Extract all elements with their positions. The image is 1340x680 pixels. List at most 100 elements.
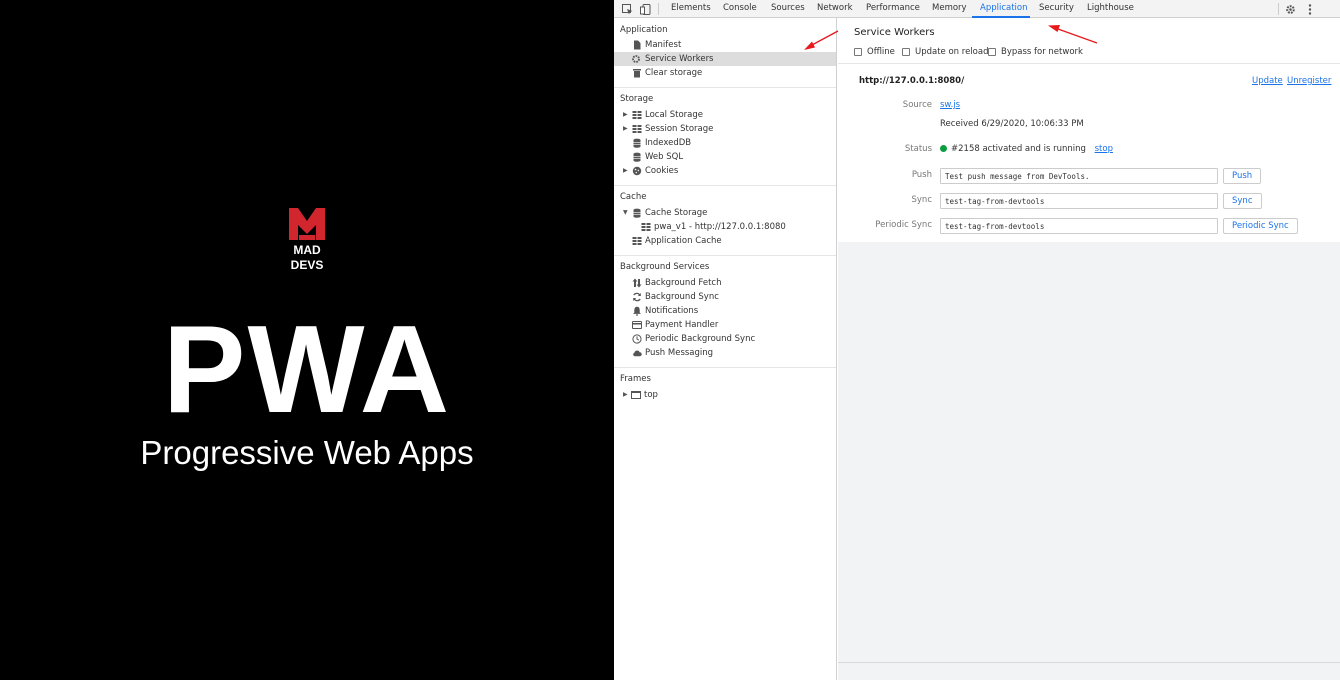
toolbar-separator [658,3,659,15]
section-title-background-services: Background Services [620,262,710,272]
sidebar-item-background-fetch[interactable]: Background Fetch [614,276,836,290]
checkbox-box[interactable] [988,48,996,56]
sidebar-item-indexeddb[interactable]: IndexedDB [614,136,836,150]
clock-icon [632,334,642,344]
received-text: Received 6/29/2020, 10:06:33 PM [940,119,1084,129]
bottom-status-bar [838,662,1340,680]
sidebar-item-label: Payment Handler [645,320,719,330]
sync-tag-input[interactable] [940,193,1218,209]
expand-arrow-icon[interactable]: ▶ [623,167,629,175]
logo-text-devs: DEVS [291,258,324,271]
section-divider [614,87,836,88]
credit-card-icon [632,321,642,329]
cloud-icon [633,350,642,357]
sidebar-item-cache-storage[interactable]: ▼ Cache Storage [614,206,836,220]
device-toggle-icon[interactable] [638,2,652,16]
frame-icon [631,391,641,399]
sidebar-item-manifest[interactable]: Manifest [614,38,836,52]
checkbox-label: Offline [867,47,895,57]
push-message-input[interactable] [940,168,1218,184]
grid-icon [641,223,651,231]
worker-origin: http://127.0.0.1:8080/ [859,76,965,86]
sidebar-item-label: Web SQL [645,152,684,162]
update-on-reload-checkbox[interactable]: Update on reload [902,46,988,58]
sidebar-item-push-messaging[interactable]: Push Messaging [614,346,836,360]
tab-performance[interactable]: Performance [866,0,920,18]
checkbox-box[interactable] [902,48,910,56]
sidebar-item-web-sql[interactable]: Web SQL [614,150,836,164]
tab-lighthouse[interactable]: Lighthouse [1087,0,1134,18]
sidebar-item-clear-storage[interactable]: Clear storage [614,66,836,80]
periodic-sync-button[interactable]: Periodic Sync [1223,218,1298,234]
sidebar-item-application-cache[interactable]: Application Cache [614,234,836,248]
hero-title: PWA [162,301,452,439]
hero-panel: MAD DEVS PWA Progressive Web Apps [0,0,614,680]
tab-memory[interactable]: Memory [932,0,967,18]
sidebar-item-label: top [644,390,658,400]
unregister-link[interactable]: Unregister [1287,76,1331,86]
devtools-window: Elements Console Sources Network Perform… [614,0,1340,680]
source-label: Source [902,100,932,110]
devtools-toolbar: Elements Console Sources Network Perform… [614,0,1340,18]
toolbar-separator [1278,3,1279,15]
sidebar-item-label: Periodic Background Sync [645,334,756,344]
cookie-icon [632,166,642,176]
offline-checkbox[interactable]: Offline [854,46,895,58]
status-row: #2158 activated and is running stop [940,144,1113,154]
stop-link[interactable]: stop [1095,144,1113,154]
sync-button[interactable]: Sync [1223,193,1262,209]
sidebar-item-cookies[interactable]: ▶ Cookies [614,164,836,178]
sidebar-item-label: Session Storage [645,124,714,134]
sidebar-item-session-storage[interactable]: ▶ Session Storage [614,122,836,136]
push-button[interactable]: Push [1223,168,1262,184]
tab-elements[interactable]: Elements [671,0,711,18]
collapse-arrow-icon[interactable]: ▼ [623,209,629,217]
periodic-sync-label: Periodic Sync [875,220,932,230]
sidebar-item-label: Application Cache [645,236,722,246]
expand-arrow-icon[interactable]: ▶ [623,125,629,133]
service-workers-pane: Service Workers Offline Update on reload… [838,18,1340,680]
bell-icon [633,306,641,316]
checkbox-box[interactable] [854,48,862,56]
section-divider [614,185,836,186]
database-icon [633,208,641,218]
sidebar-item-label: Local Storage [645,110,703,120]
sidebar-item-background-sync[interactable]: Background Sync [614,290,836,304]
inspect-icon[interactable] [620,2,634,16]
sidebar-item-label: IndexedDB [645,138,692,148]
periodic-sync-tag-input[interactable] [940,218,1218,234]
update-link[interactable]: Update [1252,76,1283,86]
section-title-cache: Cache [620,192,647,202]
sync-label: Sync [911,195,933,205]
tab-network[interactable]: Network [817,0,853,18]
tab-security[interactable]: Security [1039,0,1074,18]
grid-icon [632,237,642,245]
source-link[interactable]: sw.js [940,100,960,110]
pane-title: Service Workers [854,27,935,38]
logo-text-mad: MAD [293,243,321,257]
kebab-menu-icon[interactable] [1303,2,1317,16]
gear-icon [632,55,640,63]
tab-sources[interactable]: Sources [771,0,805,18]
file-icon [634,40,641,50]
sidebar-item-periodic-background-sync[interactable]: Periodic Background Sync [614,332,836,346]
checkbox-label: Update on reload [915,47,989,57]
expand-arrow-icon[interactable]: ▶ [623,391,629,399]
sidebar-item-local-storage[interactable]: ▶ Local Storage [614,108,836,122]
sidebar-item-label: pwa_v1 - http://127.0.0.1:8080 [654,222,786,232]
expand-arrow-icon[interactable]: ▶ [623,111,629,119]
sidebar-item-label: Background Fetch [645,278,722,288]
sidebar-item-pwa-v1-cache[interactable]: pwa_v1 - http://127.0.0.1:8080 [614,220,836,234]
section-title-frames: Frames [620,374,651,384]
gear-icon[interactable] [1283,2,1297,16]
grid-icon [632,125,642,133]
sidebar-item-label: Push Messaging [645,348,714,358]
sidebar-item-notifications[interactable]: Notifications [614,304,836,318]
mad-devs-logo: MAD DEVS [289,208,325,271]
sidebar-item-service-workers[interactable]: Service Workers [614,52,836,66]
tab-console[interactable]: Console [723,0,757,18]
sidebar-item-payment-handler[interactable]: Payment Handler [614,318,836,332]
sidebar-item-label: Notifications [645,306,699,316]
sidebar-item-frame-top[interactable]: ▶ top [614,388,836,402]
bypass-for-network-checkbox[interactable]: Bypass for network [988,46,1083,58]
